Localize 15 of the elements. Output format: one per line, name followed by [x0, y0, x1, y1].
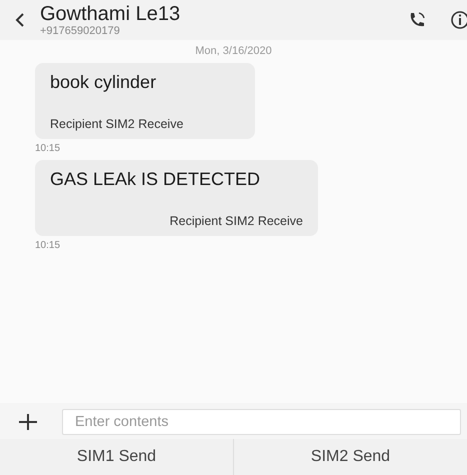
sim-label: Recipient SIM2 Receive [170, 214, 303, 228]
contact-number: +917659020179 [40, 24, 121, 36]
sim-label: Recipient SIM2 Receive [50, 117, 184, 131]
date-label: Mon, 3/16/2020 [194, 44, 273, 59]
back-icon[interactable] [14, 12, 26, 28]
message-input[interactable]: Enter contents [62, 409, 461, 435]
contact-name: Gowthami Le13 [40, 4, 182, 24]
message-text: book cylinder [50, 72, 158, 93]
plus-icon[interactable] [18, 412, 38, 432]
message-time: 10:15 [35, 142, 62, 156]
send-button[interactable]: SIM1 Send [0, 439, 233, 475]
message-text: GAS LEAk IS DETECTED [50, 169, 262, 190]
send-button[interactable]: SIM2 Send [233, 439, 467, 475]
info-icon[interactable] [449, 9, 467, 31]
message-time: 10:15 [35, 239, 62, 253]
